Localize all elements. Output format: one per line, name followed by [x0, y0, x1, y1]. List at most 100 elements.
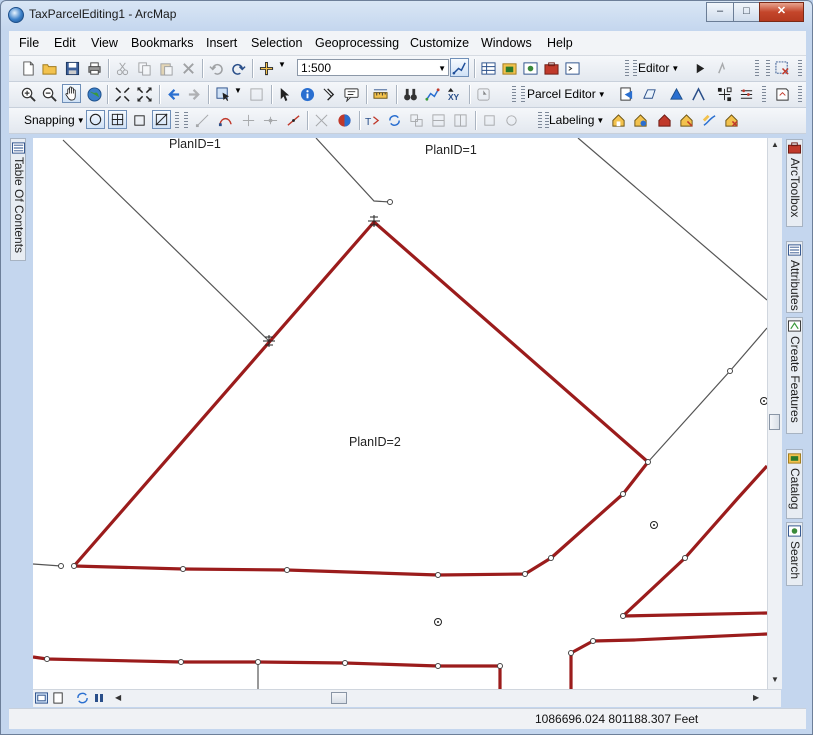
data-view-icon[interactable] [35, 692, 48, 704]
label-weight-ranking-icon[interactable] [724, 113, 739, 128]
menu-windows[interactable]: Windows [481, 36, 532, 50]
go-back-icon[interactable] [166, 87, 181, 102]
menu-file[interactable]: File [19, 36, 39, 50]
attributes-sphere-icon[interactable] [337, 113, 352, 128]
layout-view-icon[interactable] [52, 692, 65, 704]
save-icon[interactable] [65, 61, 80, 76]
find-route-icon[interactable] [425, 87, 440, 102]
new-document-icon[interactable] [21, 61, 36, 76]
sketch-properties-icon[interactable]: T [365, 113, 380, 128]
menu-help[interactable]: Help [547, 36, 573, 50]
identify-icon[interactable] [300, 87, 315, 102]
menu-insert[interactable]: Insert [206, 36, 237, 50]
parcel-line[interactable] [33, 563, 62, 567]
close-button[interactable]: ✕ [759, 2, 804, 22]
vertical-scroll-thumb[interactable] [769, 414, 780, 430]
edit-tool-icon[interactable] [693, 61, 708, 76]
parcel-line-bottom-right[interactable] [569, 632, 767, 689]
edge-snapping-toggle[interactable] [152, 110, 171, 129]
print-icon[interactable] [87, 61, 102, 76]
menu-customize[interactable]: Customize [410, 36, 469, 50]
fabric-adjustment-icon[interactable] [775, 87, 790, 102]
find-binoculars-icon[interactable] [403, 87, 418, 102]
menu-geoprocessing[interactable]: Geoprocessing [315, 36, 399, 50]
delete-icon[interactable] [181, 61, 196, 76]
lock-labels-icon[interactable] [633, 113, 648, 128]
parcel-line[interactable] [647, 327, 767, 463]
arctoolbox-icon[interactable] [544, 61, 559, 76]
python-window-icon[interactable] [565, 61, 580, 76]
parcel-editor-menu[interactable]: Parcel Editor ▼ [527, 87, 606, 101]
open-folder-icon[interactable] [42, 61, 57, 76]
merge-features-icon[interactable] [409, 113, 424, 128]
go-to-xy-icon[interactable]: XY [447, 87, 462, 102]
pause-drawing-icon[interactable] [94, 693, 104, 703]
refresh-topology-icon[interactable] [387, 113, 402, 128]
pan-toggle-button[interactable] [62, 84, 81, 103]
zoom-in-icon[interactable] [21, 87, 36, 102]
map-display[interactable]: PlanID=1 PlanID=1 PlanID=2 [33, 138, 767, 689]
menu-selection[interactable]: Selection [251, 36, 302, 50]
time-slider-icon[interactable] [476, 87, 491, 102]
full-extent-globe-icon[interactable] [87, 87, 102, 102]
menu-view[interactable]: View [91, 36, 118, 50]
table-window-icon[interactable] [481, 61, 496, 76]
pause-labeling-icon[interactable] [657, 113, 672, 128]
view-unplaced-labels-icon[interactable] [679, 113, 694, 128]
create-features-tab[interactable]: Create Features [786, 317, 803, 434]
search-window-icon[interactable] [523, 61, 538, 76]
scroll-left-icon[interactable]: ◀ [115, 693, 121, 702]
parcel-line-right[interactable] [622, 611, 767, 618]
fixed-zoom-out-icon[interactable] [137, 87, 152, 102]
generalize-icon[interactable] [482, 113, 497, 128]
search-tab[interactable]: Search [786, 522, 803, 586]
scroll-up-icon[interactable]: ▲ [771, 140, 779, 149]
end-snapping-toggle[interactable] [108, 110, 127, 129]
union-features-icon[interactable] [431, 113, 446, 128]
select-elements-arrow-icon[interactable] [277, 87, 292, 102]
parcel-line[interactable] [577, 138, 767, 301]
parcel-map-canvas[interactable] [33, 138, 767, 689]
labeling-menu[interactable]: Labeling ▼ [549, 113, 604, 127]
topology-edit-icon[interactable] [314, 113, 329, 128]
go-forward-icon[interactable] [187, 87, 202, 102]
refresh-view-icon[interactable] [76, 692, 89, 704]
catalog-window-icon[interactable] [502, 61, 517, 76]
redo-icon[interactable] [231, 61, 246, 76]
hyperlink-icon[interactable] [322, 87, 337, 102]
parcel-details-icon[interactable] [619, 87, 634, 102]
menu-edit[interactable]: Edit [54, 36, 76, 50]
add-data-icon[interactable] [259, 61, 274, 76]
arctoolbox-tab[interactable]: ArcToolbox [786, 139, 803, 227]
select-parcel-points-icon[interactable] [717, 87, 732, 102]
undo-icon[interactable] [209, 61, 224, 76]
point-snapping-toggle[interactable] [86, 110, 105, 129]
reshape-feature-icon[interactable] [218, 113, 233, 128]
label-manager-icon[interactable] [611, 113, 626, 128]
parcel-line-right[interactable] [621, 464, 767, 618]
split-tool-icon[interactable] [263, 113, 278, 128]
smooth-icon[interactable] [504, 113, 519, 128]
scroll-right-icon[interactable]: ▶ [753, 693, 759, 702]
label-priority-icon[interactable] [702, 113, 717, 128]
parcel-line[interactable] [62, 139, 270, 342]
horizontal-scroll-thumb[interactable] [331, 692, 347, 704]
rotate-tool-icon[interactable] [286, 113, 301, 128]
editing-toggle-button[interactable] [450, 58, 469, 77]
attributes-tab[interactable]: Attributes [786, 241, 803, 313]
new-parcel-icon[interactable] [642, 87, 657, 102]
vertex-snap-icon[interactable] [132, 113, 147, 128]
cut-icon[interactable] [115, 61, 130, 76]
html-popup-icon[interactable] [344, 87, 359, 102]
menu-bookmarks[interactable]: Bookmarks [131, 36, 194, 50]
maximize-button[interactable]: □ [733, 2, 760, 22]
editor-menu[interactable]: Editor ▼ [638, 61, 679, 75]
edit-annotation-icon[interactable] [715, 61, 730, 76]
paste-icon[interactable] [159, 61, 174, 76]
table-of-contents-tab[interactable]: Table Of Contents [10, 138, 26, 261]
clear-selected-icon[interactable] [249, 87, 264, 102]
horizontal-scrollbar[interactable]: ◀ ▶ [33, 689, 781, 707]
add-data-dropdown-icon[interactable]: ▼ [278, 60, 286, 69]
scroll-down-icon[interactable]: ▼ [771, 675, 779, 684]
parcel-lineage-icon[interactable] [739, 87, 754, 102]
